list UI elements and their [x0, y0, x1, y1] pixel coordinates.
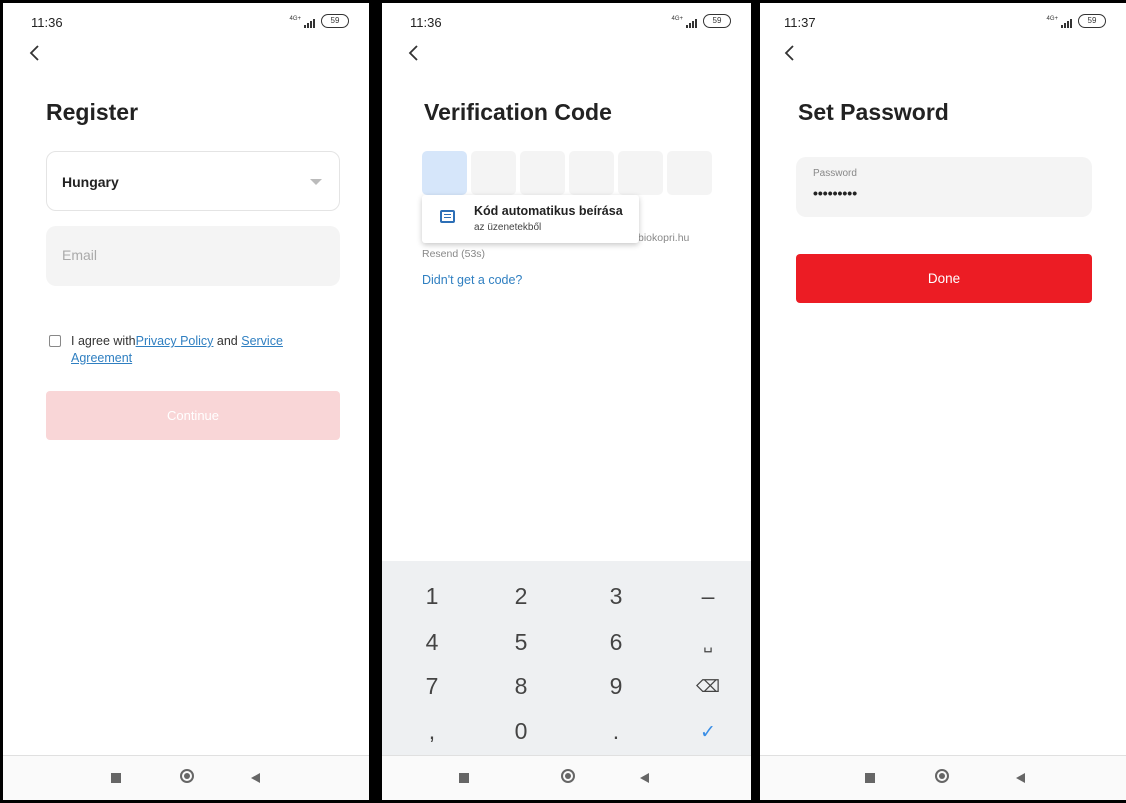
agree-prefix: I agree with — [71, 334, 136, 348]
agree-and: and — [213, 334, 242, 348]
signal-indicator: 4G+ 59 — [289, 14, 349, 28]
country-select[interactable]: Hungary — [46, 151, 340, 211]
network-type: 4G+ — [1046, 16, 1058, 22]
message-icon — [440, 210, 455, 223]
autofill-suggestion[interactable]: Kód automatikus beírása az üzenetekből — [422, 195, 639, 243]
recent-apps-icon[interactable] — [111, 773, 121, 783]
code-input[interactable] — [422, 151, 712, 195]
key-minus[interactable]: – — [678, 583, 738, 610]
register-screen: 11:36 4G+ 59 Register Hungary Email I ag… — [3, 3, 369, 800]
status-time: 11:36 — [410, 15, 442, 30]
battery-icon: 59 — [703, 14, 731, 28]
nav-back-icon[interactable] — [251, 773, 260, 783]
numeric-keypad: 1 2 3 – 4 5 6 ␣ 7 8 9 ⌫ , 0 . ✓ — [382, 561, 751, 756]
done-button[interactable]: Done — [796, 254, 1092, 303]
key-period[interactable]: . — [586, 718, 646, 745]
sent-email-text: biokopri.hu — [638, 232, 690, 244]
back-arrow-icon[interactable] — [402, 41, 426, 65]
status-time: 11:36 — [31, 15, 63, 30]
space-key-icon[interactable]: ␣ — [678, 635, 738, 653]
code-digit-box[interactable] — [471, 151, 516, 195]
signal-indicator: 4G+ 59 — [671, 14, 731, 28]
status-bar: 11:36 4G+ 59 — [3, 3, 369, 37]
email-field[interactable]: Email — [46, 226, 340, 286]
status-bar: 11:36 4G+ 59 — [382, 3, 751, 37]
status-bar: 11:37 4G+ 59 — [760, 3, 1126, 37]
backspace-icon[interactable]: ⌫ — [678, 677, 738, 697]
didnt-get-code-link[interactable]: Didn't get a code? — [422, 273, 522, 287]
key-1[interactable]: 1 — [402, 583, 462, 610]
key-4[interactable]: 4 — [402, 629, 462, 656]
network-type: 4G+ — [289, 16, 301, 22]
key-9[interactable]: 9 — [586, 673, 646, 700]
page-title: Set Password — [798, 99, 949, 125]
code-digit-box[interactable] — [618, 151, 663, 195]
recent-apps-icon[interactable] — [865, 773, 875, 783]
nav-back-icon[interactable] — [640, 773, 649, 783]
key-7[interactable]: 7 — [402, 673, 462, 700]
back-arrow-icon[interactable] — [778, 41, 802, 65]
email-placeholder: Email — [62, 247, 98, 263]
key-comma[interactable]: , — [402, 718, 462, 745]
set-password-screen: 11:37 4G+ 59 Set Password Password •••••… — [760, 3, 1126, 800]
autofill-subtitle: az üzenetekből — [474, 222, 542, 233]
privacy-policy-link[interactable]: Privacy Policy — [136, 334, 214, 348]
home-icon[interactable] — [935, 769, 949, 783]
key-5[interactable]: 5 — [491, 629, 551, 656]
battery-icon: 59 — [321, 14, 349, 28]
dropdown-caret-icon — [310, 179, 322, 185]
nav-back-icon[interactable] — [1016, 773, 1025, 783]
recent-apps-icon[interactable] — [459, 773, 469, 783]
signal-bars-icon — [1061, 19, 1072, 28]
system-nav-bar — [3, 755, 369, 800]
network-type: 4G+ — [671, 16, 683, 22]
password-field[interactable]: Password ••••••••• — [796, 157, 1092, 217]
home-icon[interactable] — [180, 769, 194, 783]
confirm-check-icon[interactable]: ✓ — [678, 721, 738, 744]
key-6[interactable]: 6 — [586, 629, 646, 656]
verification-screen: 11:36 4G+ 59 Verification Code biokopri.… — [382, 3, 751, 800]
key-2[interactable]: 2 — [491, 583, 551, 610]
autofill-title: Kód automatikus beírása — [474, 204, 623, 218]
page-title: Verification Code — [424, 99, 612, 125]
signal-bars-icon — [686, 19, 697, 28]
agree-checkbox[interactable] — [49, 335, 61, 347]
country-value: Hungary — [62, 174, 119, 190]
code-digit-box[interactable] — [520, 151, 565, 195]
signal-indicator: 4G+ 59 — [1046, 14, 1106, 28]
home-icon[interactable] — [561, 769, 575, 783]
password-label: Password — [813, 168, 857, 179]
system-nav-bar — [760, 755, 1126, 800]
back-arrow-icon[interactable] — [23, 41, 47, 65]
continue-button[interactable]: Continue — [46, 391, 340, 440]
battery-icon: 59 — [1078, 14, 1106, 28]
password-value: ••••••••• — [813, 185, 858, 201]
signal-bars-icon — [304, 19, 315, 28]
key-0[interactable]: 0 — [491, 718, 551, 745]
agreement-text: I agree withPrivacy Policy and Service A… — [71, 333, 341, 367]
system-nav-bar — [382, 755, 751, 800]
code-digit-box[interactable] — [422, 151, 467, 195]
code-digit-box[interactable] — [667, 151, 712, 195]
key-8[interactable]: 8 — [491, 673, 551, 700]
key-3[interactable]: 3 — [586, 583, 646, 610]
code-digit-box[interactable] — [569, 151, 614, 195]
page-title: Register — [46, 99, 139, 125]
status-time: 11:37 — [784, 15, 816, 30]
resend-countdown: Resend (53s) — [422, 248, 486, 260]
